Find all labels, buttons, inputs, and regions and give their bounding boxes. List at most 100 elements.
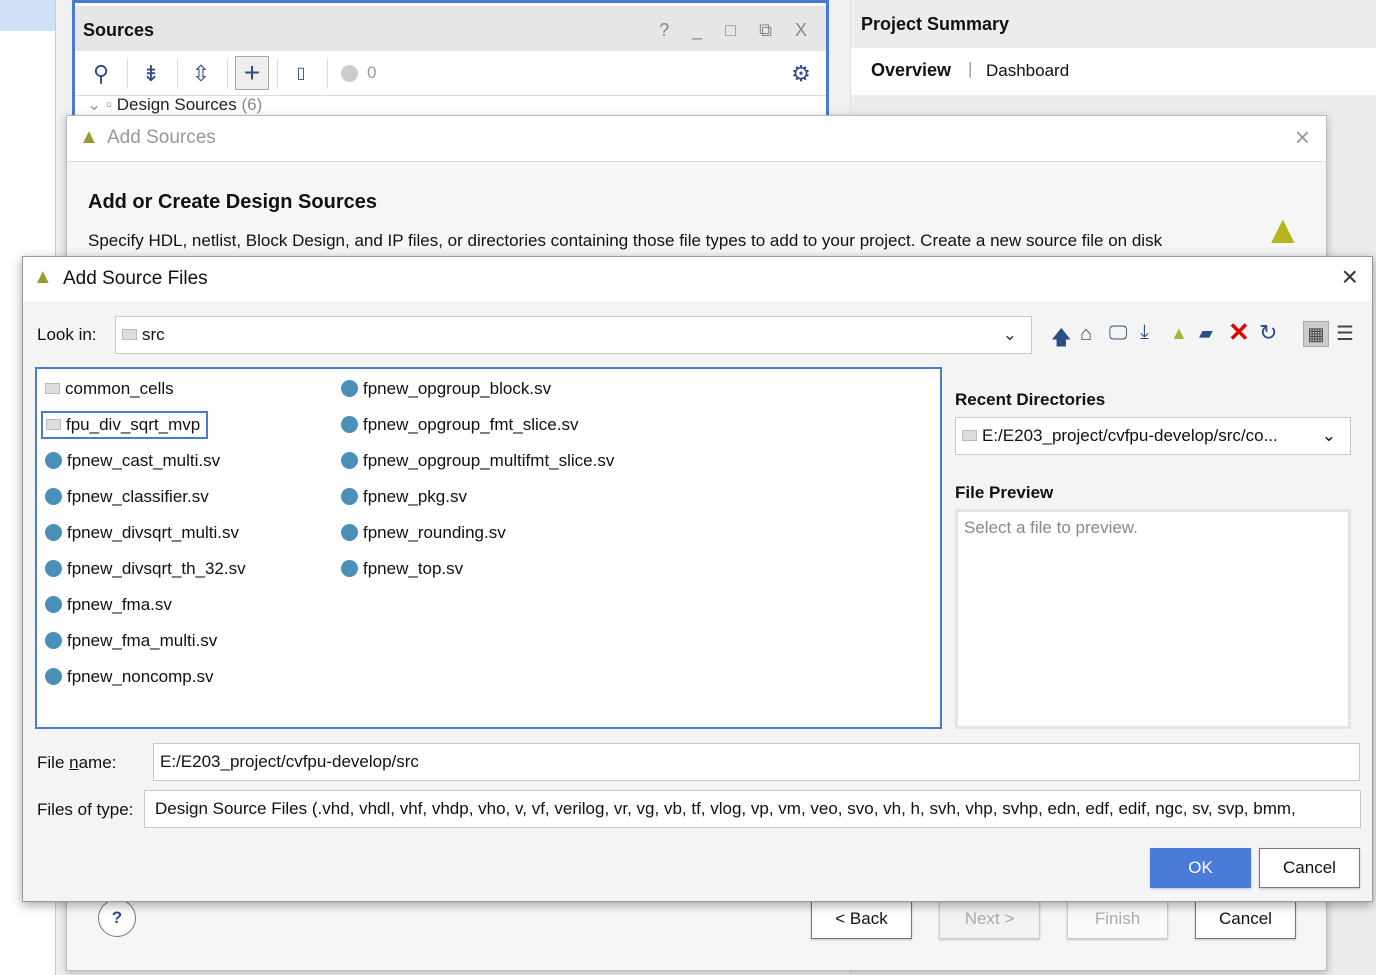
file-item[interactable]: fpnew_classifier.sv — [45, 487, 209, 507]
help-button[interactable]: ? — [98, 899, 136, 937]
preview-placeholder: Select a file to preview. — [964, 518, 1138, 537]
summary-tabs: Overview | Dashboard — [851, 48, 1376, 95]
close-icon[interactable]: × — [1342, 261, 1358, 293]
new-folder-icon[interactable]: ▰ — [1199, 323, 1213, 344]
sv-file-icon — [341, 380, 358, 397]
dialog-title: Add Sources — [107, 127, 216, 148]
file-name: fpnew_opgroup_fmt_slice.sv — [363, 415, 579, 434]
file-name: fpnew_classifier.sv — [67, 487, 209, 506]
vivado-logo-icon[interactable]: ▲ — [1170, 323, 1188, 344]
add-source-files-dialog: ▲ Add Source Files × Look in: src ⌄ 🡅 ⌂ 🖵… — [22, 256, 1373, 902]
file-type-label: Files of type: — [37, 800, 134, 819]
desktop-icon[interactable]: 🖵 — [1109, 323, 1127, 345]
file-name: fpnew_top.sv — [363, 559, 464, 578]
tree-item[interactable]: ⌄ ▫ Design Sources (6) — [87, 95, 262, 115]
ok-button[interactable]: OK — [1150, 848, 1251, 888]
file-name-label: File name: — [37, 753, 117, 772]
file-item[interactable]: fpnew_top.sv — [341, 559, 463, 579]
file-list[interactable]: common_cells fpu_div_sqrt_mvp fpnew_cast_m… — [35, 367, 942, 729]
sources-title: Sources — [83, 20, 155, 40]
vivado-logo-icon: ▲ — [1263, 208, 1303, 252]
vivado-logo-icon: ▲ — [79, 126, 99, 148]
recent-directories-value: E:/E203_project/cvfpu-develop/src/co... — [982, 426, 1278, 445]
home-icon[interactable]: ⌂ — [1080, 323, 1092, 346]
divider — [127, 59, 128, 89]
file-item[interactable]: fpnew_divsqrt_multi.sv — [45, 523, 239, 543]
dialog-titlebar: ▲ Add Sources × — [67, 116, 1326, 162]
cancel-button[interactable]: Cancel — [1259, 848, 1360, 888]
file-name: fpnew_opgroup_block.sv — [363, 379, 552, 398]
divider — [277, 59, 278, 89]
file-name: fpnew_cast_multi.sv — [67, 451, 221, 470]
file-item[interactable]: fpnew_fma_multi.sv — [45, 631, 217, 651]
file-item[interactable]: fpnew_fma.sv — [45, 595, 172, 615]
folder-icon — [45, 383, 60, 394]
page-heading: Add or Create Design Sources — [88, 191, 377, 213]
refresh-icon[interactable]: ↻ — [1259, 320, 1277, 346]
look-in-select[interactable]: src ⌄ — [115, 316, 1032, 354]
sv-file-icon — [341, 560, 358, 577]
sv-file-icon — [45, 488, 62, 505]
sources-toolbar: ⚲ ⇟ ⇳ + ▯ 0 ⚙ — [75, 51, 826, 96]
file-name: fpnew_divsqrt_th_32.sv — [67, 559, 246, 578]
divider — [327, 59, 328, 89]
add-icon[interactable]: + — [235, 56, 269, 90]
sv-file-icon — [45, 452, 62, 469]
file-name: fpnew_noncomp.sv — [67, 667, 214, 686]
tree-item-count: (6) — [241, 95, 263, 114]
file-item[interactable]: fpnew_opgroup_block.sv — [341, 379, 551, 399]
folder-item[interactable]: common_cells — [45, 379, 174, 399]
file-name: fpnew_fma_multi.sv — [67, 631, 218, 650]
tree-item-label: Design Sources — [116, 95, 237, 114]
dialog-title: Add Source Files — [63, 268, 208, 289]
folder-item[interactable]: fpu_div_sqrt_mvp — [41, 411, 209, 439]
file-item[interactable]: fpnew_rounding.sv — [341, 523, 506, 543]
download-icon[interactable]: ⤓ — [1140, 321, 1149, 344]
sv-file-icon — [45, 560, 62, 577]
file-item[interactable]: fpnew_opgroup_multifmt_slice.sv — [341, 451, 614, 471]
grid-view-icon[interactable]: ▦ — [1303, 321, 1329, 347]
window-buttons[interactable]: ? _ □ ⧉ X — [659, 20, 816, 41]
delete-icon[interactable]: ✕ — [1228, 317, 1250, 348]
file-item[interactable]: fpnew_noncomp.sv — [45, 667, 213, 687]
help-doc-icon[interactable]: ▯ — [287, 60, 315, 88]
file-item[interactable]: fpnew_cast_multi.sv — [45, 451, 220, 471]
finish-button[interactable]: Finish — [1067, 899, 1168, 939]
chevron-down-icon: ⌄ — [1002, 325, 1017, 344]
gear-icon[interactable]: ⚙ — [787, 60, 815, 88]
next-button[interactable]: Next > — [939, 899, 1040, 939]
file-name: fpnew_fma.sv — [67, 595, 172, 614]
file-name: fpnew_pkg.sv — [363, 487, 467, 506]
arrow-up-icon[interactable]: 🡅 — [1051, 323, 1072, 357]
recent-directories-label: Recent Directories — [955, 390, 1106, 409]
file-item[interactable]: fpnew_opgroup_fmt_slice.sv — [341, 415, 578, 435]
file-item[interactable]: fpnew_divsqrt_th_32.sv — [45, 559, 246, 579]
list-view-icon[interactable]: ☰ — [1336, 321, 1354, 346]
collapse-all-icon[interactable]: ⇟ — [137, 60, 165, 88]
sources-header: Sources ? _ □ ⧉ X — [75, 6, 826, 51]
folder-icon — [46, 419, 61, 430]
look-in-value: src — [142, 325, 165, 344]
look-in-label: Look in: — [37, 325, 97, 344]
divider: | — [968, 59, 973, 78]
sources-panel: Sources ? _ □ ⧉ X ⚲ ⇟ ⇳ + ▯ 0 ⚙ ⌄ ▫ Desi… — [72, 0, 829, 118]
status-icon — [341, 65, 358, 82]
back-button[interactable]: < Back — [811, 899, 912, 939]
file-preview-label: File Preview — [955, 483, 1054, 502]
file-name-input[interactable]: E:/E203_project/cvfpu-develop/src — [153, 743, 1360, 781]
cancel-button[interactable]: Cancel — [1195, 899, 1296, 939]
expand-all-icon[interactable]: ⇳ — [187, 60, 215, 88]
selected-row[interactable] — [0, 0, 55, 31]
file-type-select[interactable]: Design Source Files (.vhd, vhdl, vhf, vh… — [144, 790, 1361, 828]
close-icon[interactable]: × — [1295, 122, 1310, 153]
sv-file-icon — [341, 416, 358, 433]
file-name: fpnew_rounding.sv — [363, 523, 506, 542]
dialog-titlebar: ▲ Add Source Files × — [23, 257, 1372, 301]
tab-overview[interactable]: Overview — [871, 60, 951, 81]
tab-dashboard[interactable]: Dashboard — [986, 61, 1069, 81]
status-count: 0 — [367, 63, 377, 82]
sv-file-icon — [341, 488, 358, 505]
file-item[interactable]: fpnew_pkg.sv — [341, 487, 467, 507]
recent-directories-select[interactable]: E:/E203_project/cvfpu-develop/src/co... ⌄ — [955, 417, 1351, 455]
search-icon[interactable]: ⚲ — [87, 60, 115, 88]
